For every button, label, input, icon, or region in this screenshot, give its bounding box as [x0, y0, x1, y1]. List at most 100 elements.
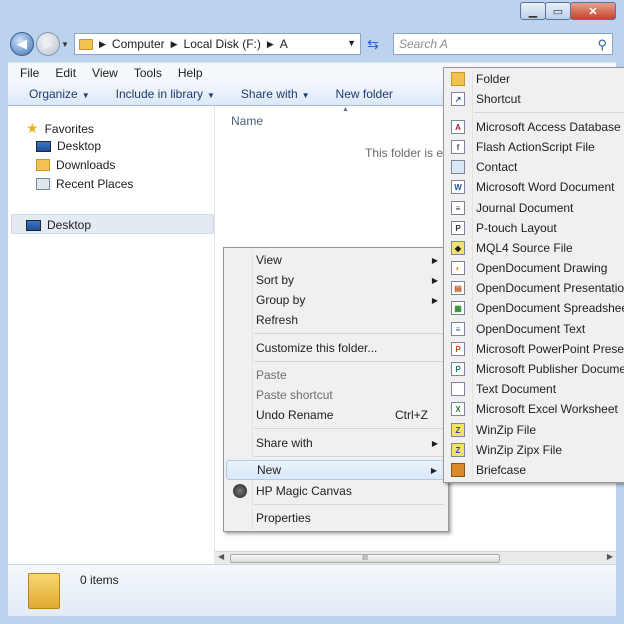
back-button[interactable]: ◀ [10, 32, 34, 56]
breadcrumb-folder-a[interactable]: A [280, 37, 288, 51]
new-flash-item[interactable]: f Flash ActionScript File [446, 137, 624, 157]
nav-item-desktop[interactable]: Desktop [36, 139, 101, 153]
menu-item-label: View [256, 253, 282, 267]
caption-buttons: ▁ ▭ ✕ [520, 2, 620, 20]
scroll-left-icon[interactable]: ◀ [218, 552, 224, 561]
arrow-right-icon: ▶ [43, 36, 53, 51]
new-word-item[interactable]: W Microsoft Word Document [446, 177, 624, 197]
chevron-down-icon: ▼ [207, 90, 215, 100]
submenu-arrow-icon: ▶ [431, 438, 438, 448]
menu-item-hp-magic-canvas[interactable]: HP Magic Canvas [226, 481, 446, 501]
powerpoint-presentation-icon: P [451, 342, 465, 356]
organize-button[interactable]: Organize ▼ [16, 87, 103, 101]
nav-item-recent-places[interactable]: Recent Places [36, 177, 133, 191]
menu-item-undo-rename[interactable]: Undo Rename Ctrl+Z [226, 405, 446, 425]
nav-favorites[interactable]: ★ Favorites [26, 120, 94, 137]
menu-edit[interactable]: Edit [47, 66, 84, 80]
breadcrumb-computer[interactable]: Computer [112, 37, 165, 51]
submenu-item-label: OpenDocument Drawing [476, 261, 608, 275]
nav-item-label: Downloads [56, 158, 116, 172]
navigation-pane: ★ Favorites Desktop Downloads Recent Pla… [8, 106, 215, 564]
menu-item-view[interactable]: View ▶ [226, 250, 446, 270]
new-briefcase-item[interactable]: Briefcase [446, 460, 624, 480]
refresh-button[interactable]: ⇆ [362, 33, 384, 55]
nav-item-label: Recent Places [56, 177, 134, 191]
menu-help[interactable]: Help [170, 66, 211, 80]
folder-icon [451, 72, 465, 86]
publisher-document-icon: P [451, 362, 465, 376]
new-excel-item[interactable]: X Microsoft Excel Worksheet [446, 399, 624, 419]
submenu-item-label: WinZip File [476, 423, 537, 437]
empty-folder-message: This folder is em [365, 146, 454, 160]
minimize-button[interactable]: ▁ [520, 2, 546, 20]
new-od-spreadsheet-item[interactable]: ▦ OpenDocument Spreadsheet [446, 298, 624, 318]
menu-tools[interactable]: Tools [126, 66, 170, 80]
submenu-item-label: Flash ActionScript File [476, 140, 595, 154]
new-mql4-item[interactable]: ◆ MQL4 Source File [446, 238, 624, 258]
new-folder-button[interactable]: New folder [323, 87, 406, 101]
close-button[interactable]: ✕ [570, 2, 616, 20]
new-od-presentation-item[interactable]: ▤ OpenDocument Presentation [446, 278, 624, 298]
nav-item-downloads[interactable]: Downloads [36, 158, 115, 172]
breadcrumb-separator-icon[interactable]: ▶ [267, 39, 274, 50]
share-with-button[interactable]: Share with ▼ [228, 87, 323, 101]
opendocument-spreadsheet-icon: ▦ [451, 301, 465, 315]
address-dropdown-icon[interactable]: ▼ [347, 38, 356, 48]
recent-pages-dropdown-icon[interactable]: ▼ [61, 40, 69, 49]
new-access-item[interactable]: A Microsoft Access Database [446, 117, 624, 137]
menu-view[interactable]: View [84, 66, 126, 80]
new-winzip-item[interactable]: Z WinZip File [446, 420, 624, 440]
new-folder-item[interactable]: Folder [446, 69, 624, 89]
scrollbar-thumb[interactable]: III [230, 554, 500, 563]
new-publisher-item[interactable]: P Microsoft Publisher Document [446, 359, 624, 379]
address-bar[interactable]: ▶ Computer ▶ Local Disk (F:) ▶ A ▼ [74, 33, 361, 55]
menu-item-properties[interactable]: Properties [226, 508, 446, 528]
menu-item-refresh[interactable]: Refresh [226, 310, 446, 330]
refresh-icon: ⇆ [367, 35, 379, 52]
include-in-library-button[interactable]: Include in library ▼ [103, 87, 228, 101]
menu-separator [254, 333, 444, 334]
forward-button[interactable]: ▶ [36, 32, 60, 56]
menu-item-share-with[interactable]: Share with ▶ [226, 433, 446, 453]
include-in-library-label: Include in library [115, 86, 203, 101]
new-winzipx-item[interactable]: Z WinZip Zipx File [446, 440, 624, 460]
new-od-text-item[interactable]: ≡ OpenDocument Text [446, 319, 624, 339]
menu-file[interactable]: File [12, 66, 47, 80]
submenu-item-label: Microsoft PowerPoint Presenta [476, 342, 624, 356]
submenu-item-label: OpenDocument Presentation [476, 281, 624, 295]
new-text-document-item[interactable]: Text Document [446, 379, 624, 399]
journal-document-icon: ≡ [451, 201, 465, 215]
new-contact-item[interactable]: Contact [446, 157, 624, 177]
menu-item-sort-by[interactable]: Sort by ▶ [226, 270, 446, 290]
new-ptouch-item[interactable]: P P-touch Layout [446, 218, 624, 238]
breadcrumb-separator-icon[interactable]: ▶ [99, 39, 106, 50]
menu-item-label: New [257, 463, 282, 477]
new-shortcut-item[interactable]: ↗ Shortcut [446, 89, 624, 109]
search-icon[interactable]: ⚲ [597, 37, 607, 53]
new-od-drawing-item[interactable]: ◐ OpenDocument Drawing [446, 258, 624, 278]
menu-item-group-by[interactable]: Group by ▶ [226, 290, 446, 310]
nav-favorites-label: Favorites [44, 121, 94, 136]
submenu-item-label: Microsoft Word Document [476, 180, 615, 194]
breadcrumb-local-disk[interactable]: Local Disk (F:) [184, 37, 261, 51]
breadcrumb-separator-icon[interactable]: ▶ [171, 39, 178, 50]
winzip-zipx-file-icon: Z [451, 443, 465, 457]
ptouch-layout-icon: P [451, 221, 465, 235]
menu-separator [474, 112, 624, 113]
menu-item-label: HP Magic Canvas [256, 484, 352, 498]
folder-icon [28, 573, 60, 609]
column-header-name[interactable]: Name [231, 114, 263, 128]
horizontal-scrollbar[interactable]: ◀ III ▶ [215, 551, 616, 564]
maximize-button[interactable]: ▭ [545, 2, 571, 20]
menu-item-customize[interactable]: Customize this folder... [226, 338, 446, 358]
menu-item-new[interactable]: New ▶ [226, 460, 446, 480]
search-input[interactable]: Search A ⚲ [393, 33, 613, 55]
scroll-right-icon[interactable]: ▶ [607, 552, 613, 561]
new-powerpoint-item[interactable]: P Microsoft PowerPoint Presenta [446, 339, 624, 359]
submenu-item-label: Folder [476, 72, 511, 86]
submenu-item-label: WinZip Zipx File [476, 443, 563, 457]
new-journal-item[interactable]: ≡ Journal Document [446, 198, 624, 218]
menu-separator [254, 456, 444, 457]
nav-desktop-root[interactable]: Desktop [11, 214, 214, 234]
explorer-window: ▁ ▭ ✕ ◀ ▶ ▼ ▶ Computer ▶ Local Disk (F:)… [0, 0, 624, 624]
